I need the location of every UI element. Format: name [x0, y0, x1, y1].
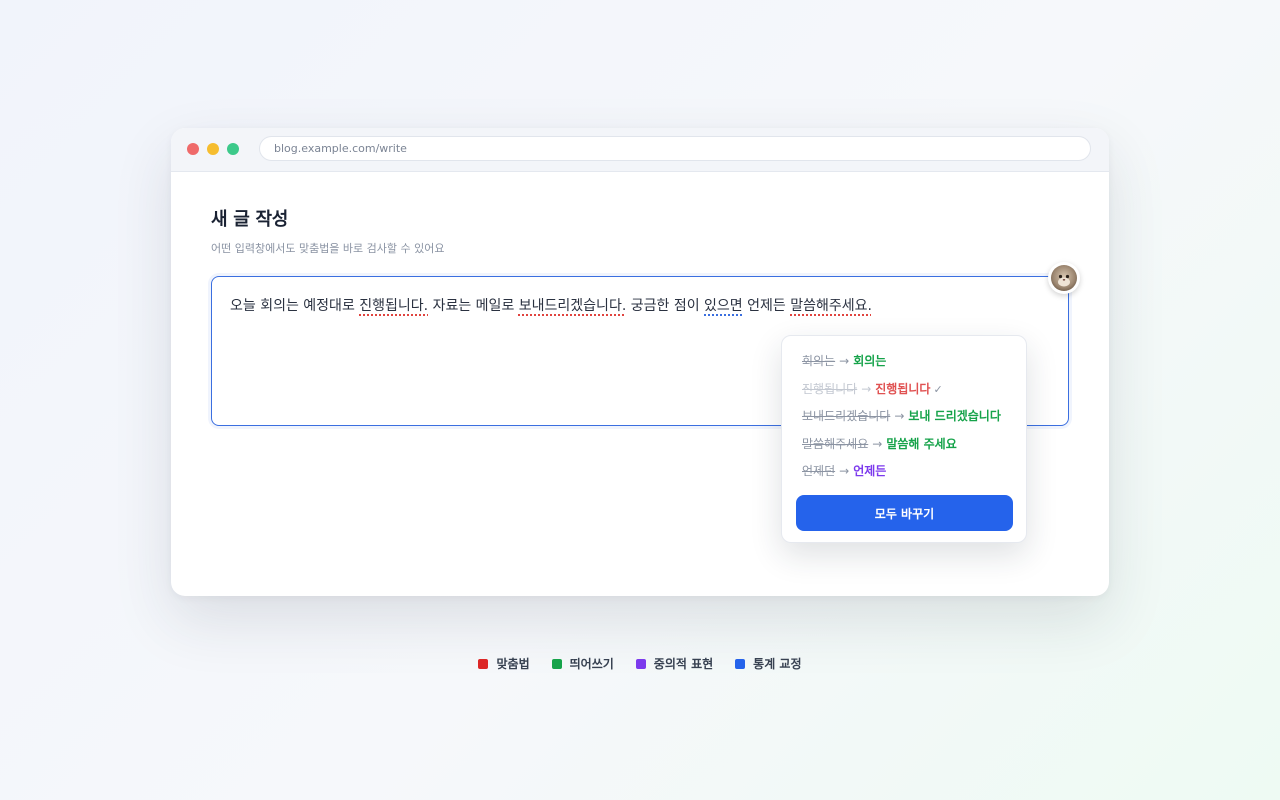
- suggestion-item[interactable]: 보내드리겠습니다 → 보내 드리겠습니다: [802, 403, 1012, 431]
- maximize-window-dot[interactable]: [227, 143, 239, 155]
- page-subtitle: 어떤 입력창에서도 맞춤법을 바로 검사할 수 있어요: [211, 242, 445, 255]
- minimize-window-dot[interactable]: [207, 143, 219, 155]
- check-icon: ✓: [933, 382, 943, 396]
- editor-text: 궁금한 점이: [626, 298, 705, 314]
- browser-window: blog.example.com/write 새 글 작성 어떤 입력창에서도 …: [171, 128, 1109, 596]
- legend-swatch: [735, 658, 746, 669]
- replace-all-button[interactable]: 모두 바꾸기: [796, 495, 1013, 531]
- arrow-right-icon: →: [839, 464, 850, 478]
- legend-swatch: [478, 658, 489, 669]
- legend-label: 띄어쓰기: [569, 657, 614, 671]
- legend-swatch: [551, 658, 562, 669]
- suggestion-list: 회의는 → 회의는 진행됩니다 → 진행됩니다 ✓ 보내드리겠습니다 → 보내 드리겠습니다 말씀해…: [802, 348, 1012, 486]
- suggestion-original: 회의는: [802, 354, 836, 368]
- arrow-right-icon: →: [894, 409, 905, 423]
- suggestion-fixed[interactable]: 진행됩니다: [875, 382, 930, 396]
- suggestion-item[interactable]: 언제던 → 언제든: [802, 458, 1012, 486]
- spellcheck-suggestion-popup: 회의는 → 회의는 진행됩니다 → 진행됩니다 ✓ 보내드리겠습니다 → 보내 드리겠습니다 말씀해…: [781, 335, 1027, 543]
- spellcheck-assistant-avatar[interactable]: [1048, 262, 1080, 294]
- flagged-word[interactable]: 있으면: [704, 298, 743, 314]
- browser-titlebar: blog.example.com/write: [171, 128, 1109, 172]
- suggestion-original: 말씀해주세요: [802, 436, 869, 451]
- error-type-legend: 맞춤법 띄어쓰기 중의적 표현 통계 교정: [0, 655, 1280, 672]
- flagged-word[interactable]: 말씀해주세요.: [790, 298, 872, 314]
- suggestion-fixed[interactable]: 회의는: [853, 354, 886, 368]
- editor-text: 언제든: [742, 298, 791, 314]
- suggestion-item[interactable]: 진행됩니다 → 진행됩니다 ✓: [802, 376, 1012, 404]
- arrow-right-icon: →: [861, 381, 872, 396]
- suggestion-fixed[interactable]: 언제든: [853, 464, 886, 478]
- legend-label: 통계 교정: [753, 657, 802, 671]
- legend-item: 맞춤법: [478, 655, 530, 672]
- close-window-dot[interactable]: [187, 143, 199, 155]
- suggestion-original: 진행됩니다: [802, 381, 858, 396]
- arrow-right-icon: →: [839, 354, 850, 368]
- address-bar[interactable]: blog.example.com/write: [259, 136, 1091, 161]
- suggestion-item[interactable]: 회의는 → 회의는: [802, 348, 1012, 376]
- flagged-word[interactable]: 보내드리겠습니다.: [519, 298, 627, 314]
- suggestion-fixed[interactable]: 보내 드리겠습니다: [908, 409, 1001, 423]
- suggestion-original: 보내드리겠습니다: [802, 409, 891, 423]
- legend-label: 중의적 표현: [653, 657, 714, 671]
- legend-swatch: [635, 658, 646, 669]
- editor-text: 자료는 메일로: [428, 298, 519, 314]
- page-title: 새 글 작성: [211, 209, 288, 230]
- legend-item: 통계 교정: [735, 655, 802, 672]
- flagged-word[interactable]: 진행됩니다.: [359, 298, 428, 314]
- suggestion-item[interactable]: 말씀해주세요 → 말씀해 주세요: [802, 431, 1012, 459]
- arrow-right-icon: →: [872, 436, 883, 451]
- legend-label: 맞춤법: [496, 657, 530, 671]
- legend-item: 중의적 표현: [635, 655, 714, 672]
- hamster-avatar-icon: [1051, 265, 1077, 291]
- suggestion-fixed[interactable]: 말씀해 주세요: [886, 437, 956, 451]
- suggestion-original: 언제던: [802, 464, 836, 478]
- legend-item: 띄어쓰기: [551, 655, 614, 672]
- editor-text: 오늘 회의는 예정대로: [230, 298, 360, 314]
